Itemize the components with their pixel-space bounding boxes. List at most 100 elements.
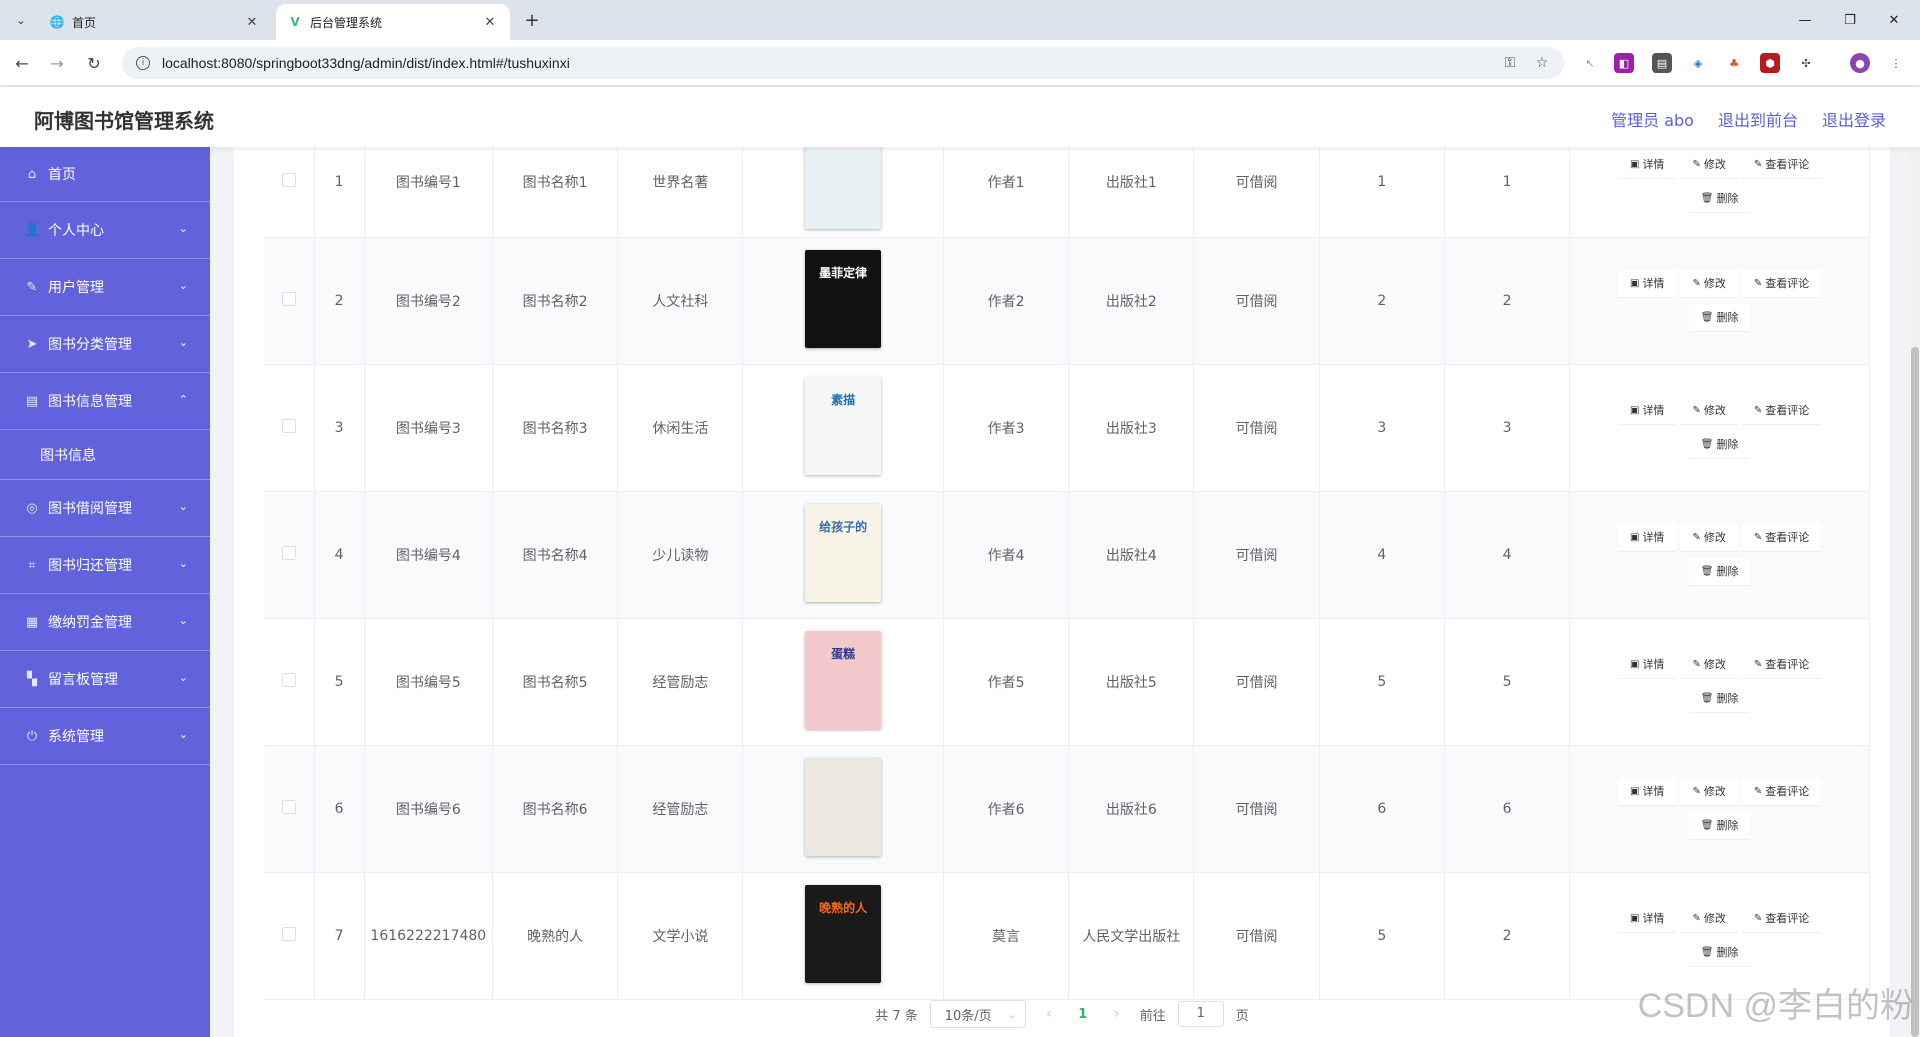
edit-button[interactable]: ✎ 修改 bbox=[1680, 523, 1738, 552]
next-page-button[interactable]: › bbox=[1106, 1006, 1128, 1022]
more-icon[interactable]: ⋮ bbox=[1886, 53, 1906, 73]
extension-icon[interactable]: ◈ bbox=[1688, 53, 1708, 73]
url-text: localhost:8080/springboot33dng/admin/dis… bbox=[162, 55, 570, 71]
sidebar-item-book-category[interactable]: ➤ 图书分类管理 ⌄ bbox=[0, 316, 210, 373]
back-icon[interactable]: ← bbox=[10, 51, 34, 75]
edit-button[interactable]: ✎ 修改 bbox=[1680, 269, 1738, 298]
publisher-cell-text: 出版社2 bbox=[1105, 293, 1157, 310]
detail-button[interactable]: ▣ 详情 bbox=[1617, 650, 1677, 679]
prev-page-button[interactable]: ‹ bbox=[1038, 1006, 1060, 1022]
page-number-current[interactable]: 1 bbox=[1072, 1007, 1094, 1022]
sidebar-item-messages[interactable]: ▚ 留言板管理 ⌄ bbox=[0, 651, 210, 708]
edit-button[interactable]: ✎ 修改 bbox=[1680, 904, 1738, 933]
row-checkbox[interactable] bbox=[281, 172, 296, 187]
detail-button[interactable]: ▣ 详情 bbox=[1617, 269, 1677, 298]
view-comments-button[interactable]: ✎ 查看评论 bbox=[1741, 650, 1822, 679]
comment-icon: ✎ bbox=[1753, 158, 1763, 170]
reload-icon[interactable]: ↻ bbox=[82, 51, 106, 75]
minimize-icon[interactable]: — bbox=[1793, 8, 1817, 32]
new-tab-button[interactable]: + bbox=[520, 8, 544, 32]
sidebar-item-system[interactable]: ⏻ 系统管理 ⌄ bbox=[0, 708, 210, 765]
view-comments-button[interactable]: ✎ 查看评论 bbox=[1741, 777, 1822, 806]
puzzle-icon[interactable]: ✣ bbox=[1796, 53, 1816, 73]
browser-tab-admin[interactable]: V 后台管理系统 ✕ bbox=[276, 4, 510, 40]
browser-tab-home[interactable]: 🌐 首页 ✕ bbox=[38, 4, 272, 40]
edit-icon: ✎ bbox=[1692, 158, 1701, 170]
delete-button[interactable]: 🗑 删除 bbox=[1688, 684, 1751, 713]
close-icon[interactable]: ✕ bbox=[244, 15, 260, 30]
sidebar-subitem-book-info[interactable]: 图书信息 bbox=[0, 430, 210, 480]
extension-icon[interactable]: ♣ bbox=[1724, 53, 1744, 73]
detail-button[interactable]: ▣ 详情 bbox=[1617, 523, 1677, 552]
sidebar-item-fines[interactable]: ▦ 缴纳罚金管理 ⌄ bbox=[0, 594, 210, 651]
delete-button[interactable]: 🗑 删除 bbox=[1688, 557, 1751, 586]
book-name-cell: 图书名称2 bbox=[492, 237, 619, 365]
grid-icon: ▚ bbox=[27, 671, 37, 687]
category-cell: 休闲生活 bbox=[617, 364, 744, 492]
sidebar-item-label: 系统管理 bbox=[48, 729, 104, 745]
sidebar-item-users[interactable]: ✎ 用户管理 ⌄ bbox=[0, 259, 210, 316]
edit-button[interactable]: ✎ 修改 bbox=[1680, 396, 1738, 425]
delete-button[interactable]: 🗑 删除 bbox=[1688, 184, 1751, 213]
logout-link[interactable]: 退出登录 bbox=[1822, 107, 1886, 131]
detail-button[interactable]: ▣ 详情 bbox=[1617, 396, 1677, 425]
ublock-icon[interactable]: ⬢ bbox=[1760, 53, 1780, 73]
key-icon[interactable]: ⚿ bbox=[1500, 53, 1520, 73]
view-comments-button[interactable]: ✎ 查看评论 bbox=[1741, 269, 1822, 298]
forward-icon[interactable]: → bbox=[45, 51, 69, 75]
comments-label: 查看评论 bbox=[1765, 912, 1810, 925]
extension-icon[interactable]: ↖ bbox=[1580, 53, 1600, 73]
detail-icon: ▣ bbox=[1629, 158, 1640, 170]
index-cell-text: 5 bbox=[334, 673, 344, 690]
view-comments-button[interactable]: ✎ 查看评论 bbox=[1741, 396, 1822, 425]
close-icon[interactable]: ✕ bbox=[482, 15, 498, 30]
sidebar-item-return[interactable]: ⌗ 图书归还管理 ⌄ bbox=[0, 537, 210, 594]
window-close-icon[interactable]: ✕ bbox=[1882, 8, 1906, 32]
scrollbar-thumb[interactable] bbox=[1911, 347, 1919, 1037]
index-cell-text: 3 bbox=[334, 419, 344, 436]
restore-icon[interactable]: ❐ bbox=[1838, 8, 1862, 32]
view-comments-button[interactable]: ✎ 查看评论 bbox=[1741, 523, 1822, 552]
count-cell: 5 bbox=[1319, 618, 1445, 746]
page-size-select[interactable]: 10条/页 ⌄ bbox=[929, 1000, 1026, 1028]
star-icon[interactable]: ☆ bbox=[1532, 53, 1552, 73]
avatar[interactable]: ● bbox=[1850, 53, 1870, 73]
detail-button[interactable]: ▣ 详情 bbox=[1617, 150, 1677, 179]
delete-button[interactable]: 🗑 删除 bbox=[1688, 303, 1751, 332]
comment-icon: ✎ bbox=[1753, 658, 1763, 670]
sidebar-item-borrow[interactable]: ◎ 图书借阅管理 ⌄ bbox=[0, 480, 210, 537]
to-frontend-link[interactable]: 退出到前台 bbox=[1718, 107, 1798, 131]
page-scrollbar[interactable] bbox=[1910, 147, 1920, 1037]
row-checkbox[interactable] bbox=[281, 418, 296, 433]
delete-label: 删除 bbox=[1716, 692, 1739, 705]
goto-page-input[interactable]: 1 bbox=[1177, 1001, 1224, 1027]
extension-icon[interactable]: ◧ bbox=[1614, 53, 1634, 73]
category-cell: 文学小说 bbox=[617, 872, 744, 1000]
edit-button[interactable]: ✎ 修改 bbox=[1680, 650, 1738, 679]
delete-button[interactable]: 🗑 删除 bbox=[1688, 938, 1751, 967]
row-checkbox[interactable] bbox=[281, 926, 296, 941]
chevron-up-icon: ⌃ bbox=[178, 393, 188, 406]
admin-user-link[interactable]: 管理员 abo bbox=[1611, 107, 1694, 131]
edit-button[interactable]: ✎ 修改 bbox=[1680, 777, 1738, 806]
row-checkbox[interactable] bbox=[281, 291, 296, 306]
detail-button[interactable]: ▣ 详情 bbox=[1617, 904, 1677, 933]
sidebar-item-home[interactable]: ⌂ 首页 bbox=[0, 147, 210, 202]
tab-search-icon[interactable]: ⌄ bbox=[10, 9, 32, 31]
extension-icon[interactable]: ▤ bbox=[1652, 53, 1672, 73]
row-checkbox[interactable] bbox=[281, 799, 296, 814]
url-field[interactable]: i localhost:8080/springboot33dng/admin/d… bbox=[122, 47, 1564, 79]
count-cell-text: 3 bbox=[1502, 419, 1512, 436]
row-checkbox[interactable] bbox=[281, 545, 296, 560]
edit-button[interactable]: ✎ 修改 bbox=[1680, 150, 1738, 179]
view-comments-button[interactable]: ✎ 查看评论 bbox=[1741, 150, 1822, 179]
view-comments-button[interactable]: ✎ 查看评论 bbox=[1741, 904, 1822, 933]
site-info-icon[interactable]: i bbox=[136, 56, 150, 70]
delete-button[interactable]: 🗑 删除 bbox=[1688, 430, 1751, 459]
row-checkbox[interactable] bbox=[281, 672, 296, 687]
delete-button[interactable]: 🗑 删除 bbox=[1688, 811, 1751, 840]
detail-label: 详情 bbox=[1642, 404, 1665, 417]
detail-button[interactable]: ▣ 详情 bbox=[1617, 777, 1677, 806]
sidebar-item-book-info[interactable]: ▤ 图书信息管理 ⌃ bbox=[0, 373, 210, 430]
sidebar-item-profile[interactable]: 👤 个人中心 ⌄ bbox=[0, 202, 210, 259]
